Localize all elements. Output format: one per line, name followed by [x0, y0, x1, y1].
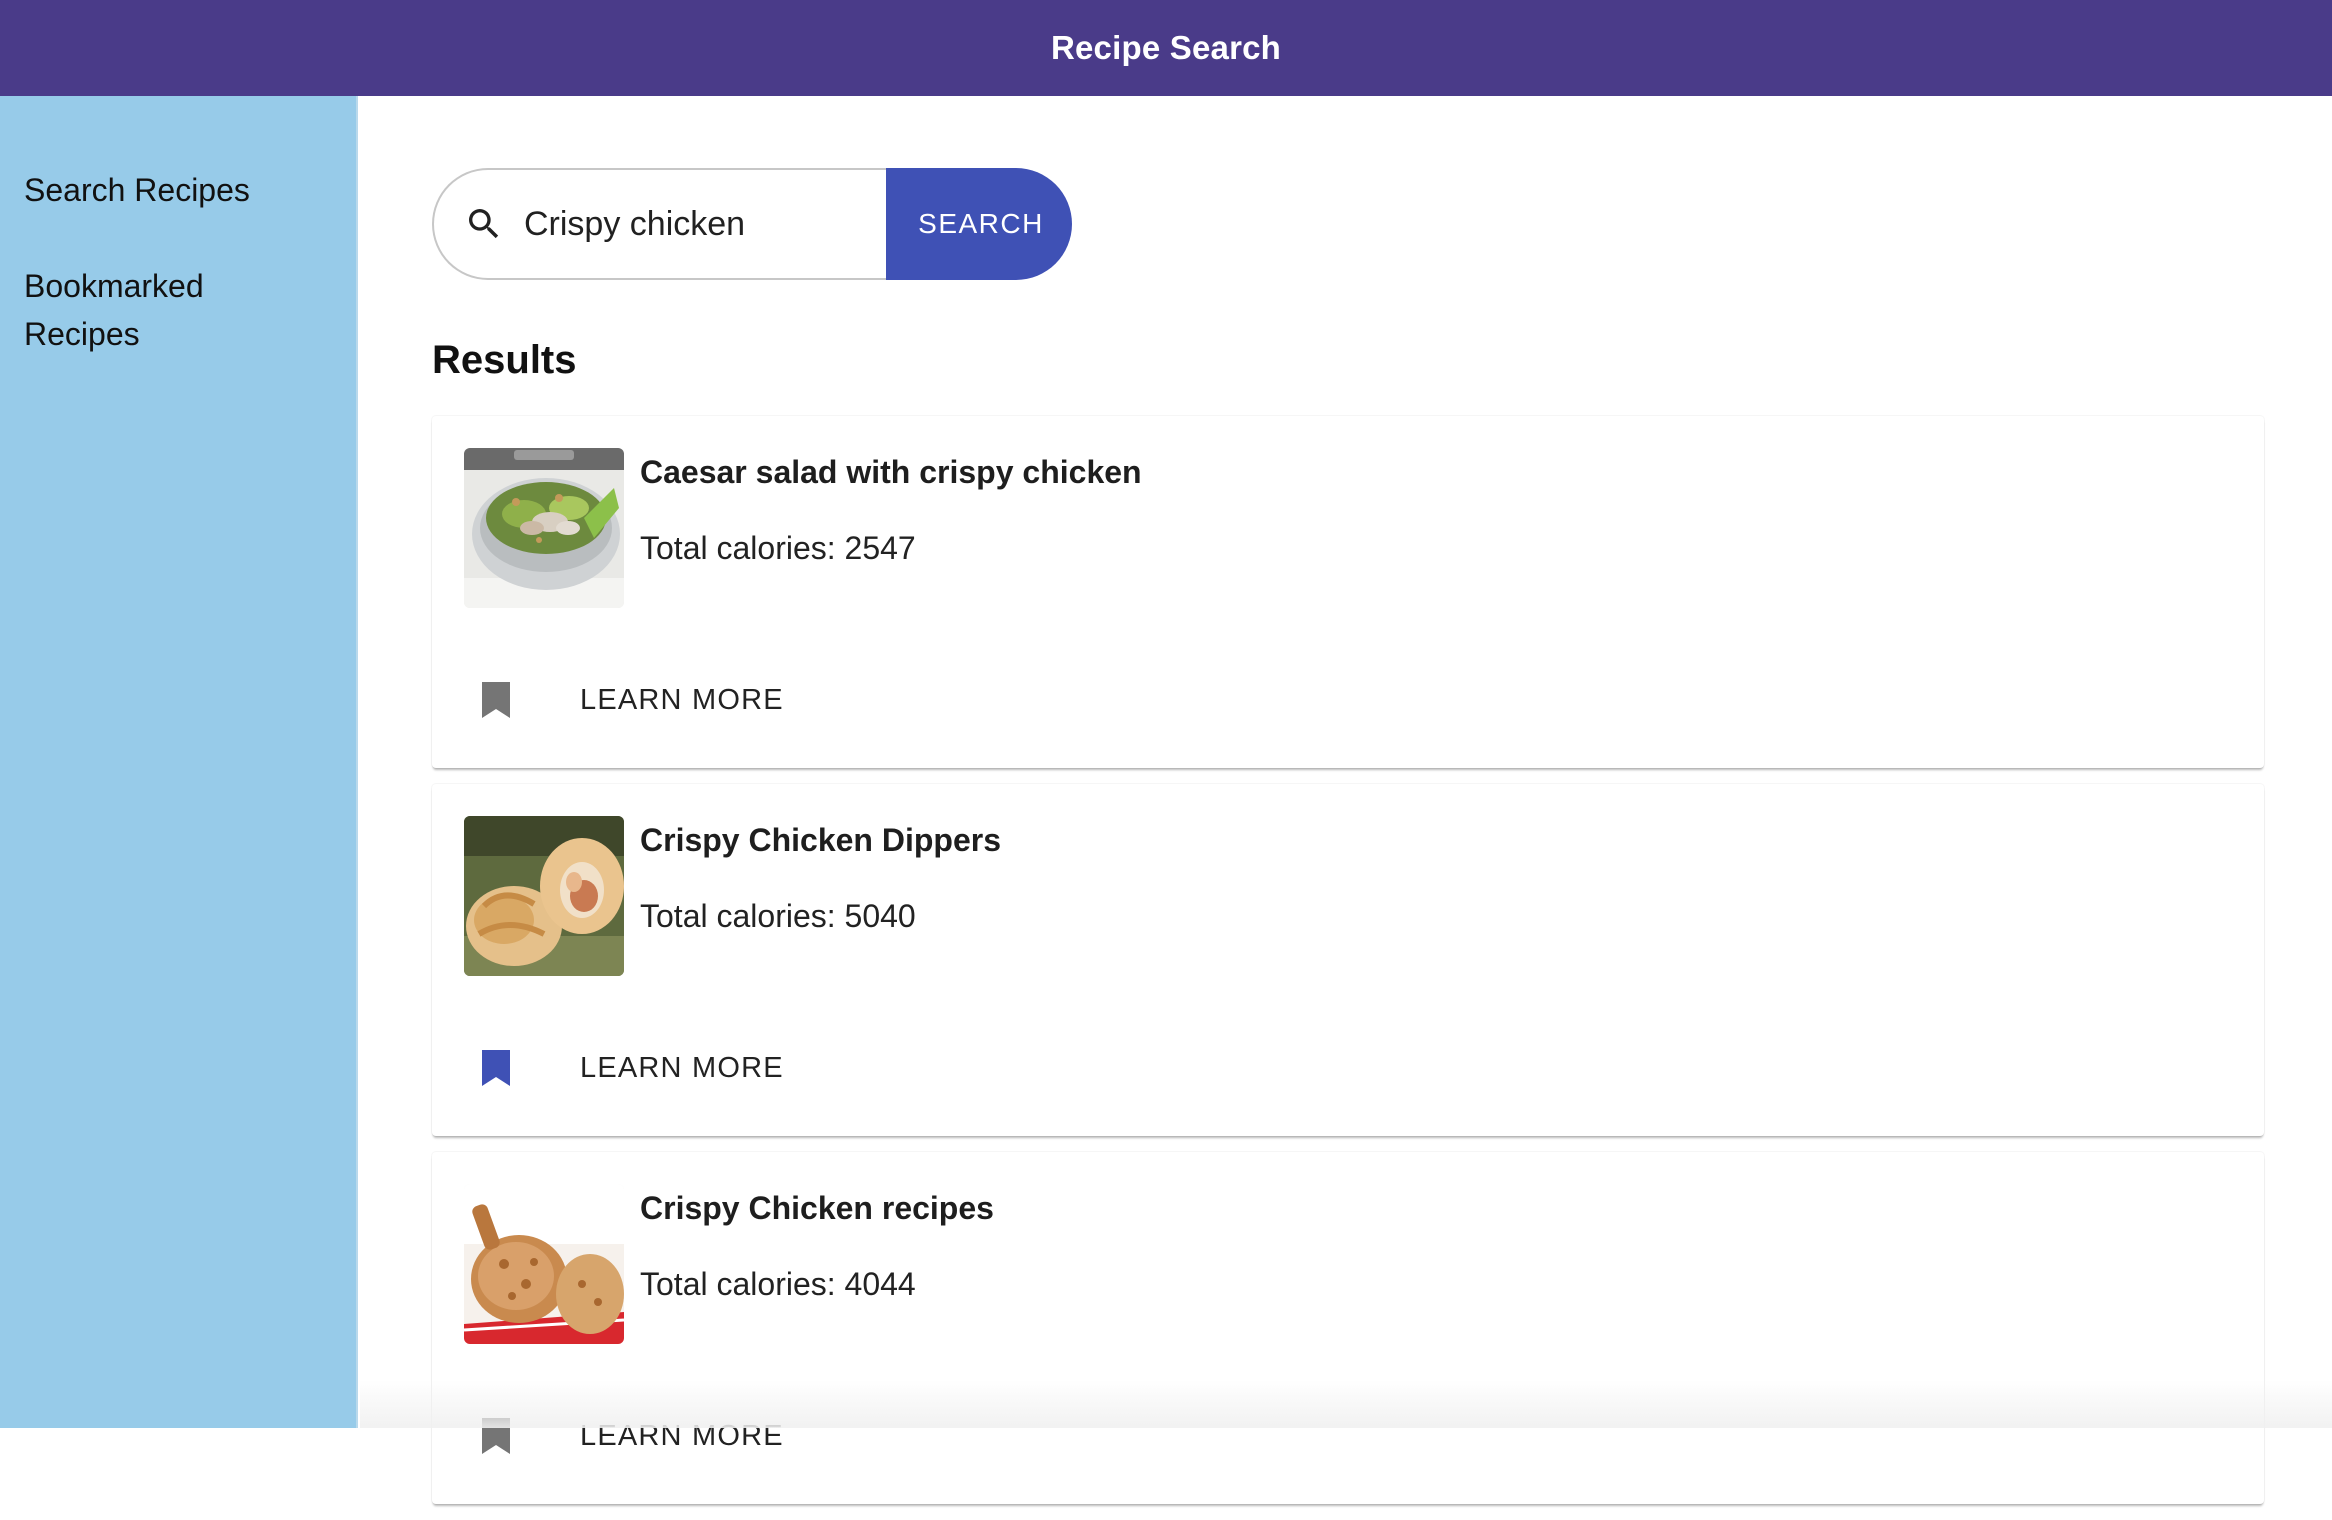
recipe-title[interactable]: Crispy Chicken recipes [640, 1190, 994, 1227]
recipe-card: Crispy Chicken recipes Total calories: 4… [432, 1152, 2264, 1504]
chicken-dippers-image [464, 816, 624, 976]
recipe-calories: Total calories: 4044 [640, 1266, 916, 1302]
learn-more-button[interactable]: LEARN MORE [572, 1042, 792, 1094]
sidebar: Search Recipes Bookmarked Recipes [0, 96, 358, 1428]
app-bar: Recipe Search [0, 0, 2332, 96]
search-bar: SEARCH [432, 168, 1072, 280]
app-title: Recipe Search [1050, 29, 1282, 66]
bookmark-icon[interactable] [474, 1046, 518, 1090]
caesar-salad-image [464, 448, 624, 608]
sidebar-item-search-recipes[interactable]: Search Recipes [0, 166, 356, 214]
recipe-title[interactable]: Caesar salad with crispy chicken [640, 454, 1142, 491]
fried-chicken-image [464, 1184, 624, 1344]
results-heading: Results [432, 338, 577, 382]
recipe-card: Caesar salad with crispy chicken Total c… [432, 416, 2264, 768]
results-list: Caesar salad with crispy chicken Total c… [432, 416, 2264, 1520]
search-input[interactable] [524, 204, 854, 244]
search-icon [464, 204, 504, 244]
recipe-calories: Total calories: 5040 [640, 898, 916, 934]
recipe-title[interactable]: Crispy Chicken Dippers [640, 822, 1001, 859]
learn-more-button[interactable]: LEARN MORE [572, 1410, 792, 1462]
sidebar-item-label: Bookmarked Recipes [24, 268, 204, 352]
bookmark-icon[interactable] [474, 678, 518, 722]
main-content: SEARCH Results [360, 96, 2332, 1504]
sidebar-item-bookmarked-recipes[interactable]: Bookmarked Recipes [0, 262, 356, 358]
search-field[interactable] [432, 168, 886, 280]
learn-more-button[interactable]: LEARN MORE [572, 674, 792, 726]
bookmark-icon[interactable] [474, 1414, 518, 1458]
sidebar-item-label: Search Recipes [24, 172, 250, 208]
recipe-card: Crispy Chicken Dippers Total calories: 5… [432, 784, 2264, 1136]
recipe-calories: Total calories: 2547 [640, 530, 916, 566]
search-button[interactable]: SEARCH [886, 168, 1072, 280]
